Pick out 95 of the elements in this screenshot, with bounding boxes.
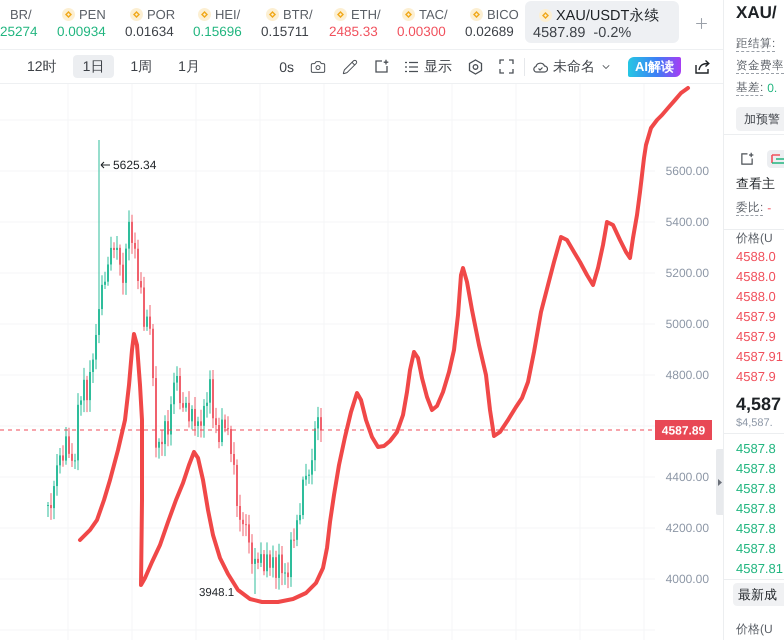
- camera-icon: [310, 58, 326, 74]
- price-axis-label: 5200.00: [666, 266, 709, 280]
- ticker-price: 4587.89: [533, 25, 586, 41]
- ticker-tab[interactable]: BTR/ 0.15711: [261, 0, 329, 40]
- interval-tab[interactable]: 1日: [72, 55, 114, 78]
- ticker-name: BTR/: [283, 6, 313, 22]
- bid-price: 4587.8: [736, 480, 777, 498]
- price-column-header: 价格(U: [736, 230, 774, 246]
- ticker-price: 0.00934: [57, 24, 106, 40]
- ticker-name: TAC/: [419, 6, 448, 22]
- price-axis-label: 5400.00: [666, 215, 709, 229]
- countdown-text: 0s: [279, 58, 294, 74]
- high-price-label: 5625.34: [113, 158, 156, 172]
- add-window-icon: [374, 59, 389, 74]
- bid-price: 4587.8: [736, 440, 777, 458]
- price-axis-label: 4800.00: [666, 368, 709, 382]
- interval-tab[interactable]: 1月: [168, 55, 210, 78]
- interval-tab[interactable]: 1周: [120, 55, 162, 78]
- pencil-icon: [342, 58, 358, 74]
- settings-icon: [468, 58, 483, 74]
- ticker-name: POR: [147, 6, 176, 22]
- share-button[interactable]: [695, 59, 711, 74]
- bid-price: 4587.8: [736, 540, 777, 558]
- ticker-tab[interactable]: POR 0.01634: [125, 0, 193, 40]
- ticker-tab[interactable]: TAC/ 0.00300: [397, 0, 465, 40]
- ticker-price: 2485.33: [329, 24, 378, 40]
- bid-ask-ratio-value: -: [767, 201, 772, 215]
- ask-price: 4587.91: [736, 348, 784, 366]
- display-button[interactable]: 显示: [405, 58, 452, 76]
- price-axis-label: 5600.00: [666, 164, 709, 178]
- ticker-tab[interactable]: XAU/USDT永续 4587.89 -0.2%: [525, 1, 679, 43]
- basis-label: 基差:: [736, 80, 764, 96]
- draw-button[interactable]: [342, 58, 358, 74]
- fullscreen-icon: [499, 59, 514, 74]
- collapse-handle[interactable]: [716, 449, 723, 515]
- ticker-price: 0.15696: [193, 24, 242, 40]
- ticker-price: 0.15711: [261, 24, 309, 40]
- ticker-name: ETH/: [351, 6, 381, 22]
- ticker-price: 0.02689: [465, 24, 514, 40]
- ticker-name: BR/: [10, 6, 32, 22]
- ticker-tab[interactable]: BR/ 25274: [0, 0, 57, 40]
- latest-trades-tab[interactable]: 最新成: [733, 583, 784, 606]
- main-force-link[interactable]: 查看主: [736, 173, 784, 195]
- caret-right-icon: [718, 478, 722, 486]
- ticker-price: 0.01634: [125, 24, 174, 40]
- funding-rate-label: 资金费率: [736, 58, 784, 74]
- arrow-icon: [100, 161, 111, 169]
- list-icon: [405, 60, 418, 72]
- settlement-label: 距结算:: [736, 36, 776, 52]
- ticker-tab[interactable]: BICO 0.02689: [465, 0, 525, 40]
- ask-price: 4587.9: [736, 368, 777, 386]
- orderbook-icon: [771, 152, 784, 166]
- screenshot-button[interactable]: [310, 58, 326, 74]
- ask-price: 4588.0: [736, 248, 777, 266]
- panel-title: XAU/: [736, 2, 778, 24]
- ticker-name: PEN: [79, 6, 106, 22]
- price-column-header: 价格(U: [736, 620, 774, 638]
- add-alert-button[interactable]: 加预警: [736, 107, 784, 131]
- ticker-change: -0.2%: [593, 25, 632, 41]
- ticker-price: 25274: [0, 24, 38, 40]
- low-price-label: 3948.1: [199, 587, 234, 599]
- ticker-name: XAU/USDT永续: [556, 6, 660, 24]
- price-axis-label: 4000.00: [666, 572, 709, 586]
- price-axis-label: 4400.00: [666, 470, 709, 484]
- ask-price: 4587.9: [736, 308, 777, 326]
- current-price-label: 4587.89: [655, 420, 712, 440]
- bid-ask-ratio-label: 委比:: [736, 200, 764, 216]
- layout-dropdown[interactable]: 未命名: [533, 58, 612, 76]
- ticker-tab[interactable]: PEN 0.00934: [57, 0, 125, 40]
- settings-button[interactable]: [468, 58, 483, 74]
- price-axis-label: 4200.00: [666, 521, 709, 535]
- interval-tab[interactable]: 12时: [17, 55, 67, 78]
- ask-price: 4588.0: [736, 288, 777, 306]
- price-axis-label: 5000.00: [666, 317, 709, 331]
- cloud-check-icon: [533, 60, 548, 72]
- ticker-name: HEI/: [215, 6, 240, 22]
- ticker-tab[interactable]: HEI/ 0.15696: [193, 0, 261, 40]
- bid-price: 4587.81: [736, 560, 784, 578]
- add-window-button[interactable]: [374, 59, 389, 74]
- bid-price: 4587.8: [736, 500, 777, 518]
- add-window-icon: [740, 152, 754, 166]
- ticker-name: BICO: [487, 6, 519, 22]
- ticker-tab[interactable]: ETH/ 2485.33: [329, 0, 397, 40]
- share-icon: [695, 59, 711, 74]
- orderbook-view-button[interactable]: [767, 150, 784, 168]
- bid-price: 4587.8: [736, 520, 777, 538]
- bid-price: 4587.8: [736, 460, 777, 478]
- ticker-price: 0.00300: [397, 24, 446, 40]
- basis-value: 0.: [767, 81, 778, 95]
- last-price-usd: $4,587.: [736, 417, 774, 429]
- fullscreen-button[interactable]: [499, 59, 514, 74]
- ask-price: 4587.9: [736, 328, 777, 346]
- last-price: 4,587: [736, 392, 782, 416]
- ask-price: 4588.0: [736, 268, 777, 286]
- ai-analysis-button[interactable]: AI解读: [628, 56, 681, 76]
